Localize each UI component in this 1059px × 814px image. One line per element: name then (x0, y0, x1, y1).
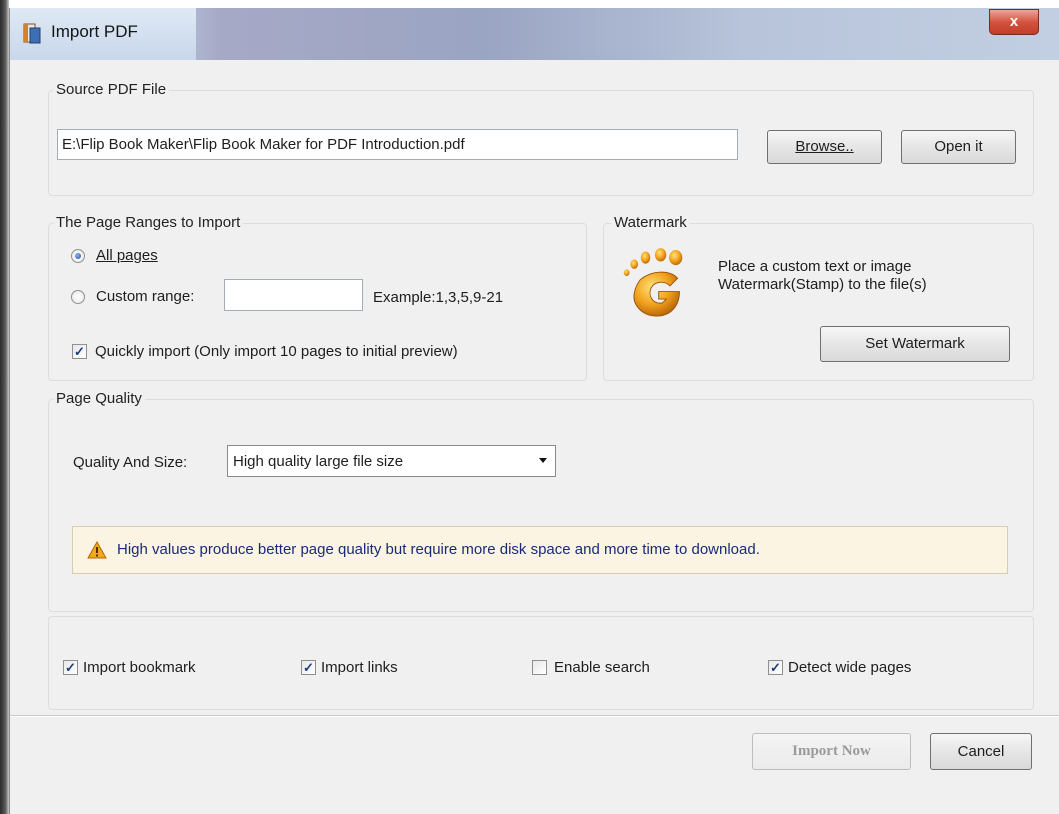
page-quality-group-label: Page Quality (53, 390, 145, 407)
all-pages-label[interactable]: All pages (96, 247, 158, 264)
browse-button-label: Browse.. (795, 138, 854, 155)
cancel-button[interactable]: Cancel (930, 733, 1032, 770)
footer-divider (10, 715, 1059, 717)
quality-size-select[interactable]: High quality large file size (227, 445, 556, 477)
quality-notice-text: High values produce better page quality … (117, 541, 760, 558)
import-now-button[interactable]: Import Now (752, 733, 911, 770)
quick-import-checkbox[interactable]: ✓ (72, 344, 87, 359)
import-links-label[interactable]: Import links (321, 659, 398, 676)
detect-wide-pages-checkbox[interactable]: ✓ (768, 660, 783, 675)
enable-search-label[interactable]: Enable search (554, 659, 650, 676)
browse-button[interactable]: Browse.. (767, 130, 882, 164)
quality-size-label: Quality And Size: (73, 454, 188, 471)
pdf-path-value: E:\Flip Book Maker\Flip Book Maker for P… (62, 136, 465, 153)
chevron-down-icon (539, 458, 547, 463)
custom-range-label[interactable]: Custom range: (96, 288, 194, 305)
cancel-button-label: Cancel (957, 743, 1005, 760)
import-pdf-dialog: Import PDF x Source PDF File E:\Flip Boo… (9, 8, 1059, 814)
quality-notice: High values produce better page quality … (72, 526, 1008, 574)
watermark-description-line2: Watermark(Stamp) to the file(s) (718, 276, 927, 293)
all-pages-radio-dot (75, 253, 81, 259)
watermark-description-line1: Place a custom text or image (718, 258, 912, 275)
import-now-button-label: Import Now (792, 743, 871, 759)
import-bookmark-label[interactable]: Import bookmark (83, 659, 196, 676)
title-bar[interactable]: Import PDF x (10, 8, 1059, 60)
import-links-checkbox[interactable]: ✓ (301, 660, 316, 675)
quality-size-selected: High quality large file size (233, 453, 404, 470)
watermark-group-label: Watermark (611, 214, 690, 231)
open-it-button[interactable]: Open it (901, 130, 1016, 164)
quick-import-label[interactable]: Quickly import (Only import 10 pages to … (95, 343, 458, 360)
custom-range-input[interactable] (224, 279, 363, 311)
app-icon (23, 23, 41, 44)
background-window-edge (0, 0, 9, 814)
window-title: Import PDF (51, 22, 138, 41)
set-watermark-button-label: Set Watermark (865, 335, 965, 352)
open-it-button-label: Open it (934, 138, 983, 155)
all-pages-radio[interactable] (71, 249, 85, 263)
enable-search-checkbox[interactable] (532, 660, 547, 675)
detect-wide-pages-label[interactable]: Detect wide pages (788, 659, 911, 676)
page-ranges-group-label: The Page Ranges to Import (53, 214, 244, 231)
range-example-text: Example:1,3,5,9-21 (373, 289, 504, 306)
source-pdf-group-label: Source PDF File (53, 81, 170, 98)
footprint-icon (623, 248, 683, 317)
custom-range-radio[interactable] (71, 290, 85, 304)
set-watermark-button[interactable]: Set Watermark (820, 326, 1010, 362)
import-bookmark-checkbox[interactable]: ✓ (63, 660, 78, 675)
close-button[interactable]: x (989, 9, 1039, 35)
warning-icon (87, 541, 107, 559)
page-quality-group (48, 399, 1034, 612)
pdf-path-input[interactable]: E:\Flip Book Maker\Flip Book Maker for P… (57, 129, 738, 160)
